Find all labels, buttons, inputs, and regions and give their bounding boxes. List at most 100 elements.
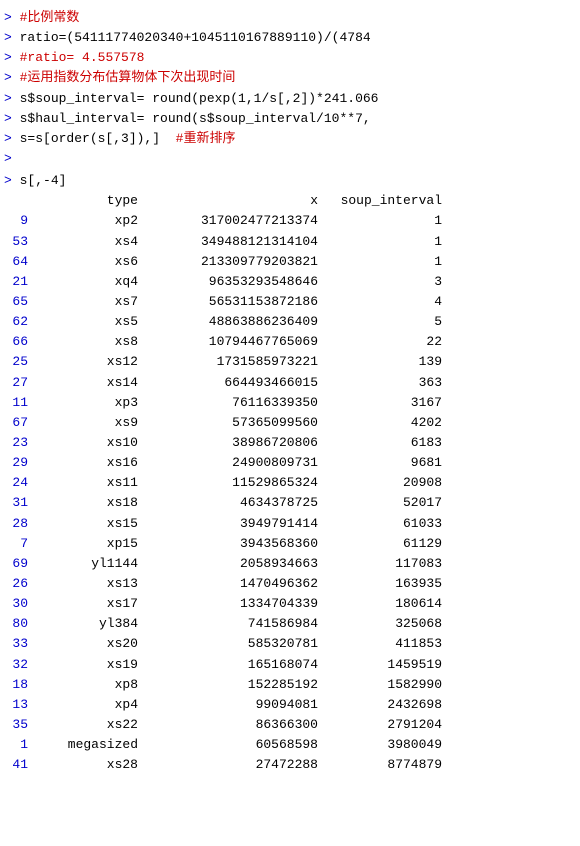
cell-soup-interval: 20908 (322, 473, 442, 493)
table-row: 30xs171334704339180614 (4, 594, 576, 614)
cell-type: xs7 (32, 292, 142, 312)
line-code-soup: > s$soup_interval= round(pexp(1,1/s[,2])… (4, 89, 576, 109)
cell-x: 10794467765069 (142, 332, 322, 352)
cell-idx: 41 (4, 755, 32, 775)
cell-idx: 66 (4, 332, 32, 352)
cell-x: 152285192 (142, 675, 322, 695)
cell-soup-interval: 1 (322, 252, 442, 272)
cell-x: 1731585973221 (142, 352, 322, 372)
cell-soup-interval: 6183 (322, 433, 442, 453)
cell-idx: 28 (4, 514, 32, 534)
table-row: 24xs111152986532420908 (4, 473, 576, 493)
cell-type: megasized (32, 735, 142, 755)
cell-idx: 67 (4, 413, 32, 433)
line-code-order: > s=s[order(s[,3]),] #重新排序 (4, 129, 576, 149)
table-row: 33xs20585320781411853 (4, 634, 576, 654)
cell-idx: 7 (4, 534, 32, 554)
table-row: 64xs62133097792038211 (4, 252, 576, 272)
cell-x: 585320781 (142, 634, 322, 654)
cell-type: xs14 (32, 373, 142, 393)
cell-idx: 53 (4, 232, 32, 252)
cell-x: 1470496362 (142, 574, 322, 594)
cell-type: xs20 (32, 634, 142, 654)
cell-soup-interval: 3 (322, 272, 442, 292)
table-row: 67xs9573650995604202 (4, 413, 576, 433)
line-comment-desc: > #运用指数分布估算物体下次出现时间 (4, 68, 576, 88)
cell-idx: 1 (4, 735, 32, 755)
table-row: 28xs15394979141461033 (4, 514, 576, 534)
table-row: 66xs81079446776506922 (4, 332, 576, 352)
cell-soup-interval: 3980049 (322, 735, 442, 755)
table-row: 80yl384741586984325068 (4, 614, 576, 634)
table-row: 9xp23170024772133741 (4, 211, 576, 231)
cell-idx: 35 (4, 715, 32, 735)
cell-type: xp8 (32, 675, 142, 695)
cell-type: xs11 (32, 473, 142, 493)
cell-soup-interval: 52017 (322, 493, 442, 513)
cell-x: 3943568360 (142, 534, 322, 554)
cell-soup-interval: 4202 (322, 413, 442, 433)
cell-idx: 11 (4, 393, 32, 413)
cell-soup-interval: 22 (322, 332, 442, 352)
cell-soup-interval: 4 (322, 292, 442, 312)
cell-type: xs5 (32, 312, 142, 332)
cell-idx: 26 (4, 574, 32, 594)
cell-x: 24900809731 (142, 453, 322, 473)
cell-x: 165168074 (142, 655, 322, 675)
line-empty: > (4, 149, 576, 169)
cell-idx: 30 (4, 594, 32, 614)
table-row: 29xs16249008097319681 (4, 453, 576, 473)
cell-idx: 32 (4, 655, 32, 675)
console-output: > #比例常数 > ratio=(54111774020340+10451101… (0, 0, 580, 783)
table-section: > s[,-4] type x soup_interval 9xp2317002… (4, 171, 576, 775)
header-idx (4, 191, 32, 211)
cell-x: 38986720806 (142, 433, 322, 453)
cell-idx: 18 (4, 675, 32, 695)
cell-soup-interval: 117083 (322, 554, 442, 574)
header-x: x (142, 191, 322, 211)
table-row: 23xs10389867208066183 (4, 433, 576, 453)
cell-x: 76116339350 (142, 393, 322, 413)
cell-type: xp4 (32, 695, 142, 715)
cell-x: 96353293548646 (142, 272, 322, 292)
cell-soup-interval: 325068 (322, 614, 442, 634)
cell-x: 56531153872186 (142, 292, 322, 312)
cell-type: xp2 (32, 211, 142, 231)
cell-idx: 33 (4, 634, 32, 654)
header-type: type (32, 191, 142, 211)
cell-type: xs16 (32, 453, 142, 473)
table-row: 53xs43494881213141041 (4, 232, 576, 252)
cell-idx: 64 (4, 252, 32, 272)
cell-x: 60568598 (142, 735, 322, 755)
table-row: 11xp3761163393503167 (4, 393, 576, 413)
cell-x: 86366300 (142, 715, 322, 735)
cell-type: xs15 (32, 514, 142, 534)
cell-x: 664493466015 (142, 373, 322, 393)
table-command: > s[,-4] (4, 171, 576, 191)
cell-type: xs6 (32, 252, 142, 272)
cell-soup-interval: 411853 (322, 634, 442, 654)
cell-idx: 25 (4, 352, 32, 372)
cell-idx: 23 (4, 433, 32, 453)
cell-type: xp3 (32, 393, 142, 413)
cell-x: 48863886236409 (142, 312, 322, 332)
cell-x: 57365099560 (142, 413, 322, 433)
table-row: 1megasized605685983980049 (4, 735, 576, 755)
cell-type: xs22 (32, 715, 142, 735)
table-body: 9xp2317002477213374153xs4349488121314104… (4, 211, 576, 775)
table-row: 65xs7565311538721864 (4, 292, 576, 312)
cell-x: 27472288 (142, 755, 322, 775)
table-row: 26xs131470496362163935 (4, 574, 576, 594)
cell-x: 213309779203821 (142, 252, 322, 272)
cell-soup-interval: 2432698 (322, 695, 442, 715)
cell-type: xs13 (32, 574, 142, 594)
table-row: 62xs5488638862364095 (4, 312, 576, 332)
cell-idx: 29 (4, 453, 32, 473)
cell-type: xs17 (32, 594, 142, 614)
cell-x: 99094081 (142, 695, 322, 715)
line-comment-1: > #比例常数 (4, 8, 576, 28)
cell-x: 2058934663 (142, 554, 322, 574)
cell-idx: 13 (4, 695, 32, 715)
table-row: 31xs18463437872552017 (4, 493, 576, 513)
line-code-ratio: > ratio=(54111774020340+1045110167889110… (4, 28, 576, 48)
